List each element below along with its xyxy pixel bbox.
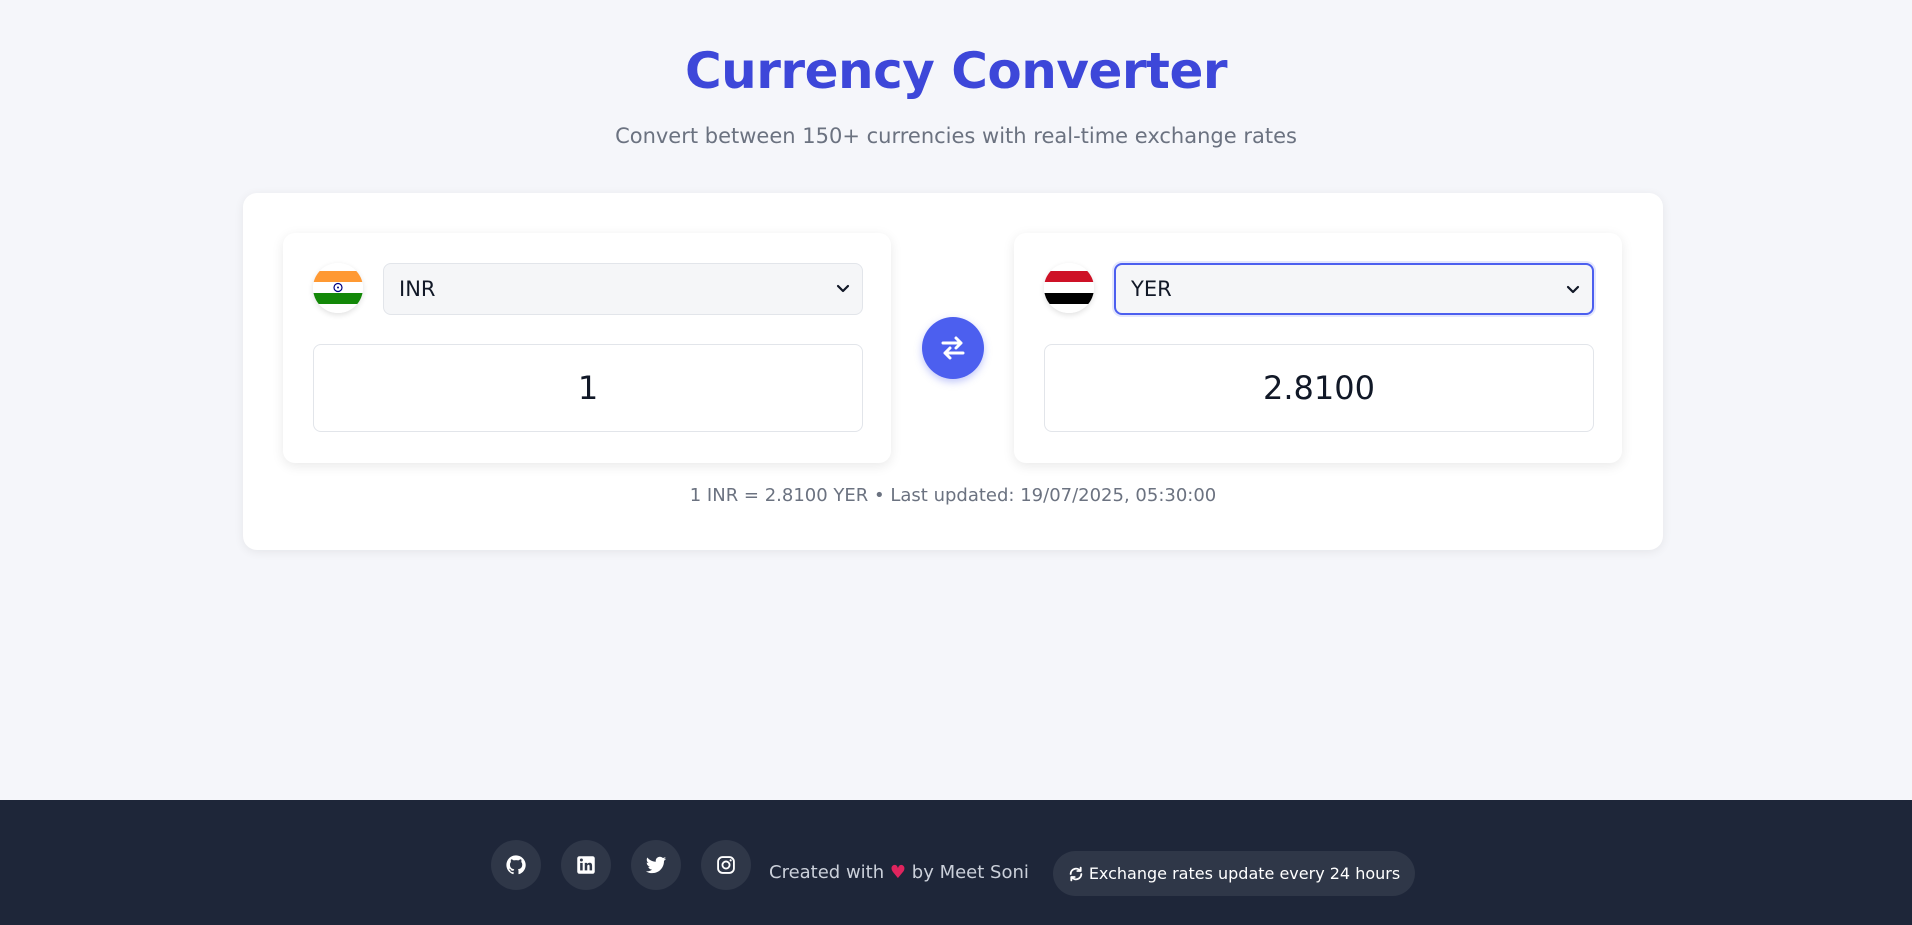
credit-suffix: by Meet Soni	[911, 862, 1029, 883]
update-notice-text: Exchange rates update every 24 hours	[1088, 864, 1401, 883]
from-currency-select[interactable]: INR	[383, 263, 863, 315]
from-currency-panel: INR 1	[283, 233, 891, 463]
swap-button[interactable]	[922, 317, 984, 379]
github-link[interactable]	[491, 840, 541, 890]
swap-arrows-icon	[941, 336, 965, 360]
instagram-link[interactable]	[701, 840, 751, 890]
linkedin-link[interactable]	[561, 840, 611, 890]
heart-icon: ♥	[889, 862, 907, 883]
twitter-link[interactable]	[631, 840, 681, 890]
to-currency-panel: YER 2.8100	[1014, 233, 1622, 463]
linkedin-icon	[577, 856, 595, 874]
github-icon	[506, 855, 526, 875]
converter-card: INR 1 YER 2.8100 1 INR = 2.8100 YER • La…	[243, 193, 1663, 550]
to-currency-select[interactable]: YER	[1114, 263, 1594, 315]
page-title: Currency Converter	[684, 42, 1228, 100]
exchange-rate-info: 1 INR = 2.8100 YER • Last updated: 19/07…	[689, 485, 1217, 506]
india-flag-icon	[313, 263, 363, 313]
instagram-icon	[717, 856, 735, 874]
yemen-flag-icon	[1044, 263, 1094, 313]
twitter-icon	[645, 856, 667, 874]
footer: Created with ♥ by Meet Soni Exchange rat…	[0, 800, 1912, 925]
from-amount-input[interactable]: 1	[313, 344, 863, 432]
from-currency-value: INR	[399, 277, 436, 301]
chevron-down-icon	[1566, 285, 1580, 294]
to-currency-value: YER	[1131, 277, 1172, 301]
credit-prefix: Created with	[769, 862, 885, 883]
refresh-icon	[1069, 866, 1083, 881]
page-subtitle: Convert between 150+ currencies with rea…	[615, 124, 1297, 148]
footer-credit: Created with ♥ by Meet Soni	[769, 862, 1029, 883]
update-notice-badge: Exchange rates update every 24 hours	[1053, 851, 1415, 896]
chevron-down-icon	[836, 284, 850, 293]
to-amount-output: 2.8100	[1044, 344, 1594, 432]
